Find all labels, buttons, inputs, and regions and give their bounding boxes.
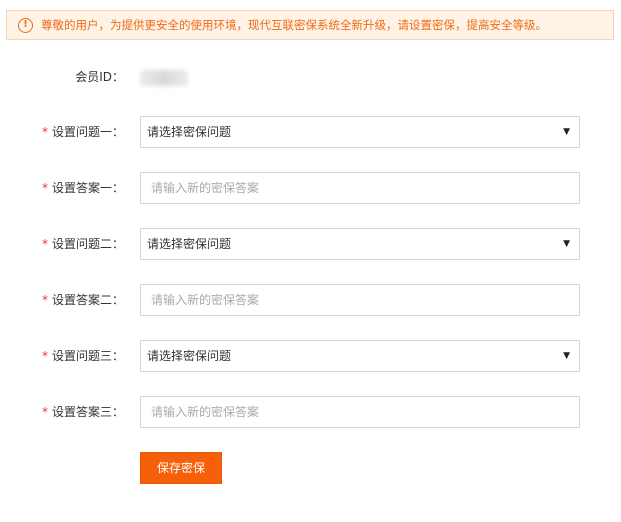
question1-label-wrap: * 设置问题一：	[42, 116, 124, 148]
answer3-input[interactable]	[141, 397, 579, 427]
question1-selected-value: 请选择密保问题	[147, 125, 232, 139]
question3-label-wrap: * 设置问题三：	[42, 340, 124, 372]
chevron-down-icon: ▼	[563, 127, 570, 137]
question2-selected-value: 请选择密保问题	[147, 237, 232, 251]
answer2-field-box	[140, 284, 580, 316]
answer3-row: * 设置答案三：	[0, 396, 621, 428]
answer2-label-wrap: * 设置答案二：	[42, 284, 124, 316]
security-notice-banner: ! 尊敬的用户，为提供更安全的使用环境，现代互联密保系统全新升级，请设置密保，提…	[6, 10, 614, 40]
member-id-label: 会员ID：	[75, 70, 124, 84]
required-mark: *	[41, 237, 48, 251]
member-id-row: 会员ID：	[0, 61, 621, 93]
notice-text: 尊敬的用户，为提供更安全的使用环境，现代互联密保系统全新升级，请设置密保，提高安…	[41, 18, 547, 32]
question2-select[interactable]: 请选择密保问题 ▼	[140, 228, 580, 260]
required-mark: *	[41, 181, 48, 195]
question2-row: * 设置问题二： 请选择密保问题 ▼	[0, 228, 621, 260]
question1-label: 设置问题一：	[51, 125, 124, 139]
question2-label-wrap: * 设置问题二：	[42, 228, 124, 260]
answer2-input[interactable]	[141, 285, 579, 315]
question1-row: * 设置问题一： 请选择密保问题 ▼	[0, 116, 621, 148]
answer3-label-wrap: * 设置答案三：	[42, 396, 124, 428]
required-mark: *	[41, 349, 48, 363]
answer3-field-box	[140, 396, 580, 428]
answer2-row: * 设置答案二：	[0, 284, 621, 316]
chevron-down-icon: ▼	[563, 239, 570, 249]
answer1-field-box	[140, 172, 580, 204]
chevron-down-icon: ▼	[563, 351, 570, 361]
question3-selected-value: 请选择密保问题	[147, 349, 232, 363]
answer2-label: 设置答案二：	[51, 293, 124, 307]
required-mark: *	[41, 405, 48, 419]
member-id-value-blurred	[140, 70, 188, 86]
answer1-input[interactable]	[141, 173, 579, 203]
answer1-label-wrap: * 设置答案一：	[42, 172, 124, 204]
exclamation-circle-icon: !	[18, 17, 33, 33]
answer3-label: 设置答案三：	[51, 405, 124, 419]
question1-select[interactable]: 请选择密保问题 ▼	[140, 116, 580, 148]
answer1-label: 设置答案一：	[51, 181, 124, 195]
answer1-row: * 设置答案一：	[0, 172, 621, 204]
question3-label: 设置问题三：	[51, 349, 124, 363]
question3-select[interactable]: 请选择密保问题 ▼	[140, 340, 580, 372]
question2-label: 设置问题二：	[51, 237, 124, 251]
save-security-button[interactable]: 保存密保	[140, 452, 222, 484]
question3-row: * 设置问题三： 请选择密保问题 ▼	[0, 340, 621, 372]
required-mark: *	[41, 293, 48, 307]
required-mark: *	[41, 125, 48, 139]
